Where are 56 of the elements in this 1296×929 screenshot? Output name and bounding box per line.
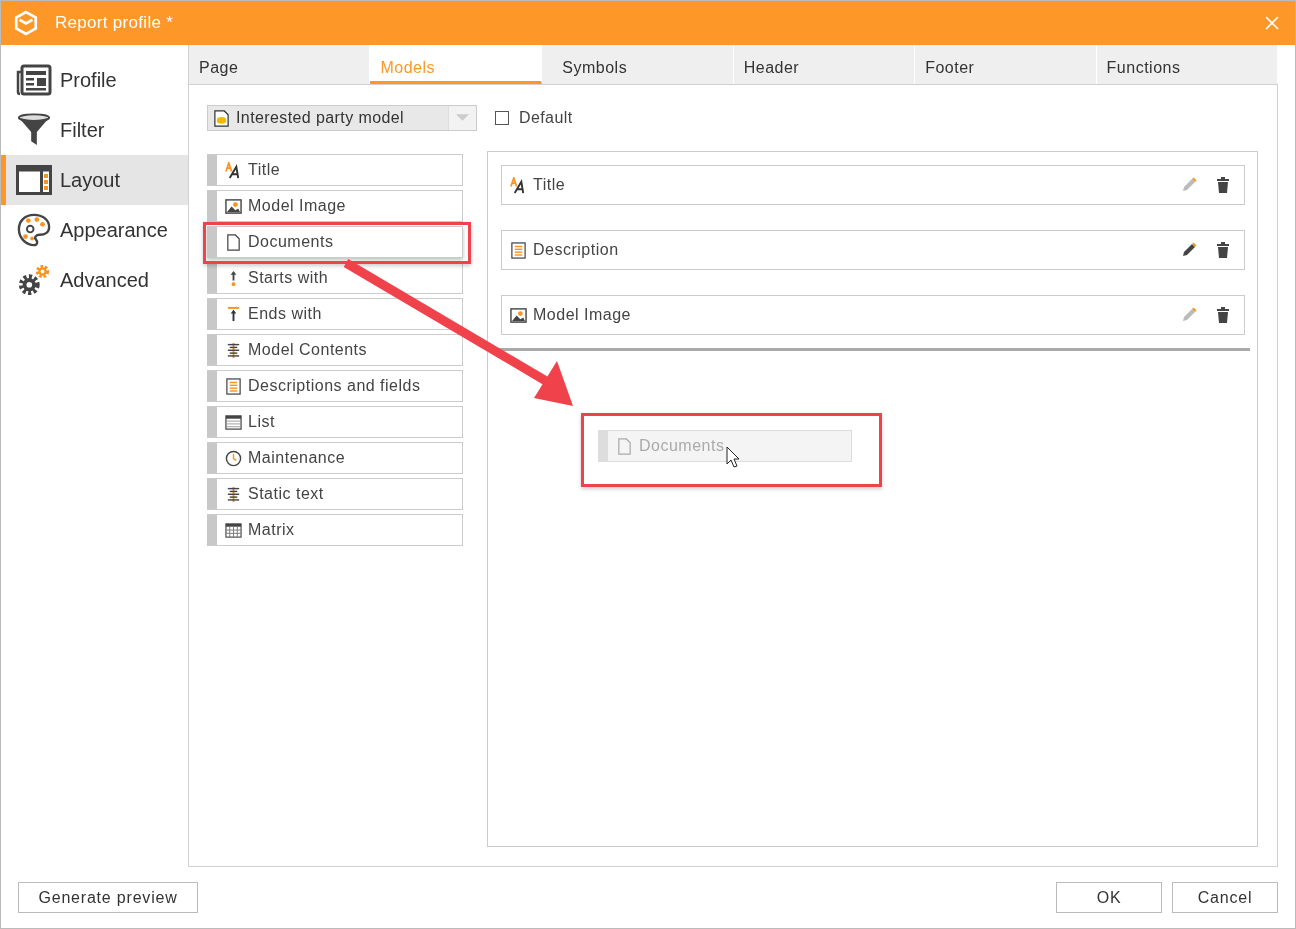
sidebar-item[interactable]: Layout bbox=[1, 155, 188, 205]
palette-item[interactable]: Title bbox=[207, 154, 463, 186]
text-structure-icon bbox=[225, 341, 242, 359]
tab[interactable]: Footer bbox=[915, 45, 1097, 84]
ok-button[interactable]: OK bbox=[1056, 882, 1162, 913]
table-icon bbox=[225, 521, 242, 539]
trash-icon[interactable] bbox=[1214, 306, 1232, 324]
font-icon bbox=[510, 176, 527, 194]
funnel-icon bbox=[16, 113, 52, 147]
pencil-icon[interactable] bbox=[1180, 241, 1198, 259]
model-dropdown[interactable]: Interested party model bbox=[207, 105, 477, 131]
window-title: Report profile * bbox=[55, 13, 175, 33]
palette-item[interactable]: Ends with bbox=[207, 298, 463, 330]
document-lines-icon bbox=[225, 377, 242, 395]
sidebar-item[interactable]: Advanced bbox=[1, 255, 188, 305]
caret-icon bbox=[448, 106, 476, 130]
section-card[interactable]: Model Image bbox=[501, 295, 1245, 335]
palette-item[interactable]: Maintenance bbox=[207, 442, 463, 474]
trash-icon[interactable] bbox=[1214, 176, 1232, 194]
palette-item[interactable]: Documents bbox=[207, 226, 463, 258]
palette-icon bbox=[16, 213, 52, 247]
section-card[interactable]: Title bbox=[501, 165, 1245, 205]
cube-icon bbox=[13, 10, 39, 36]
palette-item[interactable]: Model Contents bbox=[207, 334, 463, 366]
sidebar-item[interactable]: Filter bbox=[1, 105, 188, 155]
palette-item[interactable]: List bbox=[207, 406, 463, 438]
trash-icon[interactable] bbox=[1214, 241, 1232, 259]
document-lines-icon bbox=[510, 241, 527, 259]
model-icon bbox=[213, 109, 230, 127]
tab[interactable]: Symbols bbox=[552, 45, 734, 84]
palette-item[interactable]: Matrix bbox=[207, 514, 463, 546]
sidebar-item[interactable]: Profile bbox=[1, 55, 188, 105]
sidebar-item[interactable]: Appearance bbox=[1, 205, 188, 255]
cursor-icon bbox=[726, 446, 740, 468]
text-structure-icon bbox=[225, 485, 242, 503]
list-icon bbox=[225, 413, 242, 431]
palette-item[interactable]: Model Image bbox=[207, 190, 463, 222]
tab[interactable]: Functions bbox=[1096, 45, 1279, 84]
default-checkbox[interactable]: Default bbox=[495, 109, 573, 127]
gears-icon bbox=[16, 263, 52, 297]
section-card[interactable]: Description bbox=[501, 230, 1245, 270]
newspaper-icon bbox=[16, 63, 52, 97]
palette-item[interactable]: Static text bbox=[207, 478, 463, 510]
font-icon bbox=[225, 161, 242, 179]
palette-item[interactable]: Descriptions and fields bbox=[207, 370, 463, 402]
cancel-button[interactable]: Cancel bbox=[1172, 882, 1278, 913]
tab[interactable]: Header bbox=[733, 45, 916, 84]
page-icon bbox=[225, 233, 242, 251]
preview-button[interactable]: Generate preview bbox=[18, 882, 198, 913]
page-icon bbox=[616, 437, 633, 455]
image-icon bbox=[225, 197, 242, 215]
image-icon bbox=[510, 306, 527, 324]
dragged-item: Documents bbox=[598, 430, 852, 462]
layout-icon bbox=[16, 163, 52, 197]
clock-icon bbox=[225, 449, 242, 467]
arrow-up-icon bbox=[225, 305, 242, 323]
